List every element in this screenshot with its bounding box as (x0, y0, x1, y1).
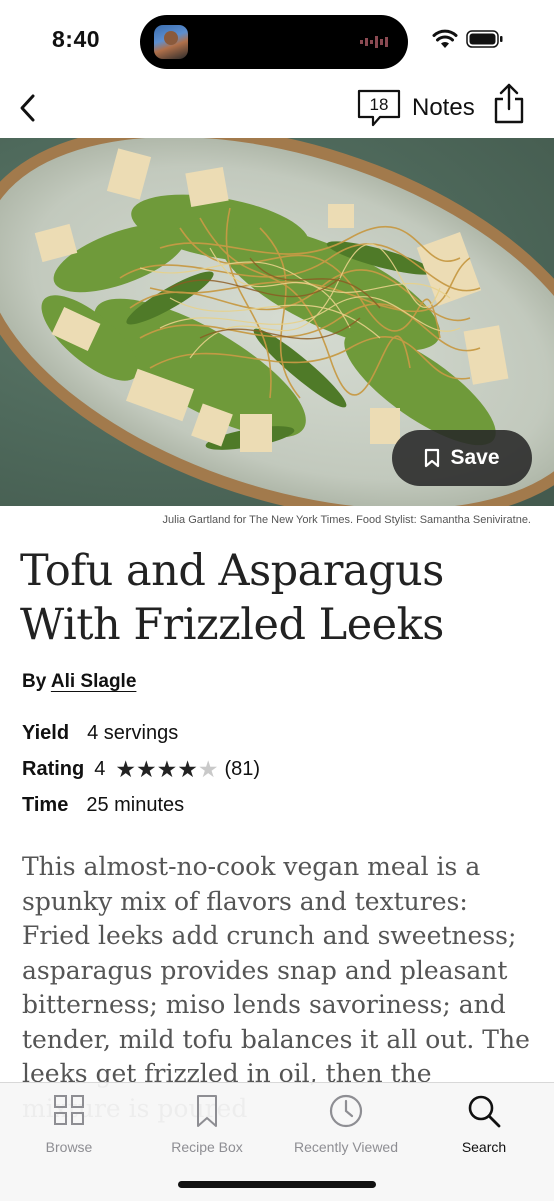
status-time: 8:40 (52, 26, 101, 52)
dynamic-island[interactable] (140, 15, 408, 69)
tab-browse[interactable]: Browse (0, 1093, 138, 1157)
grid-icon (54, 1095, 84, 1125)
byline: By Ali Slagle (22, 671, 136, 693)
star-filled-icon: ★ (135, 756, 157, 782)
comment-bubble-icon: 18 (356, 88, 402, 128)
author-link[interactable]: Ali Slagle (51, 671, 137, 692)
search-icon (468, 1095, 501, 1128)
clock-icon (329, 1094, 363, 1128)
save-button[interactable]: Save (392, 430, 532, 486)
share-button[interactable] (492, 82, 526, 126)
star-rating: ★ ★ ★ ★ ★ (115, 758, 218, 781)
rating-row[interactable]: Rating 4 ★ ★ ★ ★ ★ (81) (22, 758, 260, 781)
recipe-title: Tofu and Asparagus With Frizzled Leeks (20, 546, 444, 650)
yield-row: Yield 4 servings (22, 722, 178, 745)
notes-label: Notes (412, 94, 475, 121)
star-filled-icon: ★ (115, 756, 136, 782)
battery-icon (466, 30, 503, 48)
tab-label: Browse (45, 1139, 93, 1155)
star-filled-icon: ★ (156, 756, 178, 782)
tab-label: Recently Viewed (293, 1139, 399, 1155)
star-filled-icon: ★ (177, 756, 198, 782)
rating-label: Rating (22, 758, 85, 780)
yield-value: 4 servings (87, 722, 179, 744)
top-nav: 18 Notes (0, 80, 554, 136)
wifi-icon (432, 29, 458, 48)
notes-count: 18 (369, 95, 389, 114)
tab-recipe-box[interactable]: Recipe Box (138, 1093, 276, 1157)
tab-label: Recipe Box (171, 1139, 243, 1155)
status-bar: 8:40 (0, 0, 554, 80)
time-row: Time 25 minutes (22, 794, 184, 817)
rating-value: 4 (94, 758, 106, 780)
notes-button[interactable]: 18 Notes (356, 86, 475, 130)
tab-search[interactable]: Search (415, 1093, 553, 1157)
time-value: 25 minutes (86, 794, 185, 816)
now-playing-artwork (154, 25, 188, 59)
bookmark-icon (425, 448, 440, 468)
photo-credit: Julia Gartland for The New York Times. F… (162, 514, 531, 526)
tab-recently-viewed[interactable]: Recently Viewed (277, 1093, 415, 1157)
home-indicator[interactable] (178, 1181, 376, 1188)
back-button[interactable] (8, 86, 48, 130)
yield-label: Yield (22, 722, 70, 744)
save-label: Save (450, 446, 500, 469)
byline-prefix: By (22, 671, 47, 692)
chevron-left-icon (20, 94, 35, 122)
star-empty-icon: ★ (197, 756, 219, 782)
tab-label: Search (461, 1139, 507, 1155)
bookmark-icon (197, 1095, 217, 1127)
audio-waveform-icon (360, 36, 388, 48)
time-label: Time (22, 794, 69, 816)
rating-count: (81) (224, 758, 261, 780)
share-icon (494, 83, 524, 124)
